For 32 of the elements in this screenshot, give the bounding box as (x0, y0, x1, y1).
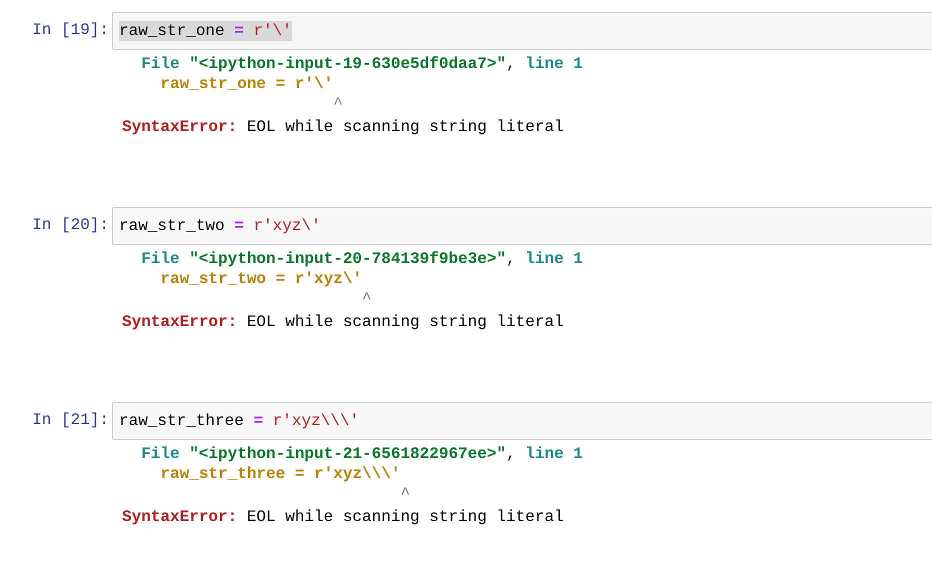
traceback-file-label: File (141, 55, 180, 73)
traceback-file-path: "<ipython-input-20-784139f9be3e>" (189, 250, 506, 268)
traceback-separator: , (506, 250, 516, 268)
traceback-file-path: "<ipython-input-19-630e5df0daa7>" (189, 55, 506, 73)
code-cell[interactable]: raw_str_three = r'xyz\\\' (112, 402, 932, 440)
traceback-file-label: File (141, 250, 180, 268)
error-caret: ^ (332, 95, 343, 113)
error-caret: ^ (361, 290, 372, 308)
traceback-file-path: "<ipython-input-21-6561822967ee>" (189, 445, 506, 463)
code-line: raw_str_two = r'xyz\' (119, 216, 321, 236)
error-message: EOL while scanning string literal (246, 313, 564, 331)
traceback-source-line: raw_str_three = r'xyz\\\' (160, 465, 400, 483)
code-cell[interactable]: raw_str_one = r'\' (112, 12, 932, 50)
code-line: raw_str_three = r'xyz\\\' (119, 411, 360, 431)
traceback-file-label: File (141, 445, 180, 463)
traceback-line-number: line 1 (525, 55, 583, 73)
traceback-separator: , (506, 55, 516, 73)
error-name: SyntaxError: (122, 508, 238, 526)
input-prompt: In [19]: (31, 20, 110, 41)
traceback-source-line: raw_str_one = r'\' (160, 75, 334, 93)
input-prompt: In [20]: (31, 215, 110, 236)
code-cell[interactable]: raw_str_two = r'xyz\' (112, 207, 932, 245)
error-name: SyntaxError: (122, 313, 238, 331)
error-message: EOL while scanning string literal (246, 118, 564, 136)
error-message: EOL while scanning string literal (246, 508, 564, 526)
traceback-line-number: line 1 (525, 250, 583, 268)
input-prompt: In [21]: (31, 410, 110, 431)
traceback-separator: , (506, 445, 516, 463)
traceback-line-number: line 1 (525, 445, 583, 463)
error-name: SyntaxError: (122, 118, 238, 136)
traceback-source-line: raw_str_two = r'xyz\' (160, 270, 362, 288)
error-caret: ^ (399, 485, 410, 503)
